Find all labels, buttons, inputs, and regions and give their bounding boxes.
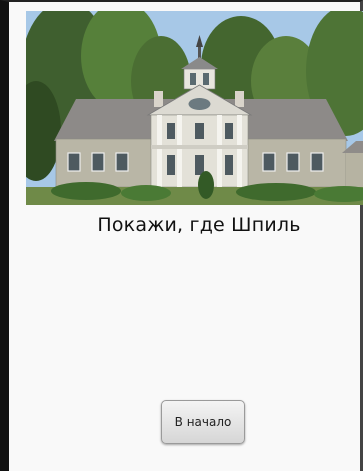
app-screen: Покажи, где Шпиль В начало bbox=[0, 0, 363, 471]
manor-house-photo[interactable] bbox=[26, 11, 363, 205]
home-button[interactable]: В начало bbox=[161, 400, 245, 444]
manor-house-illustration bbox=[26, 11, 363, 205]
prompt-text: Покажи, где Шпиль bbox=[97, 214, 301, 236]
